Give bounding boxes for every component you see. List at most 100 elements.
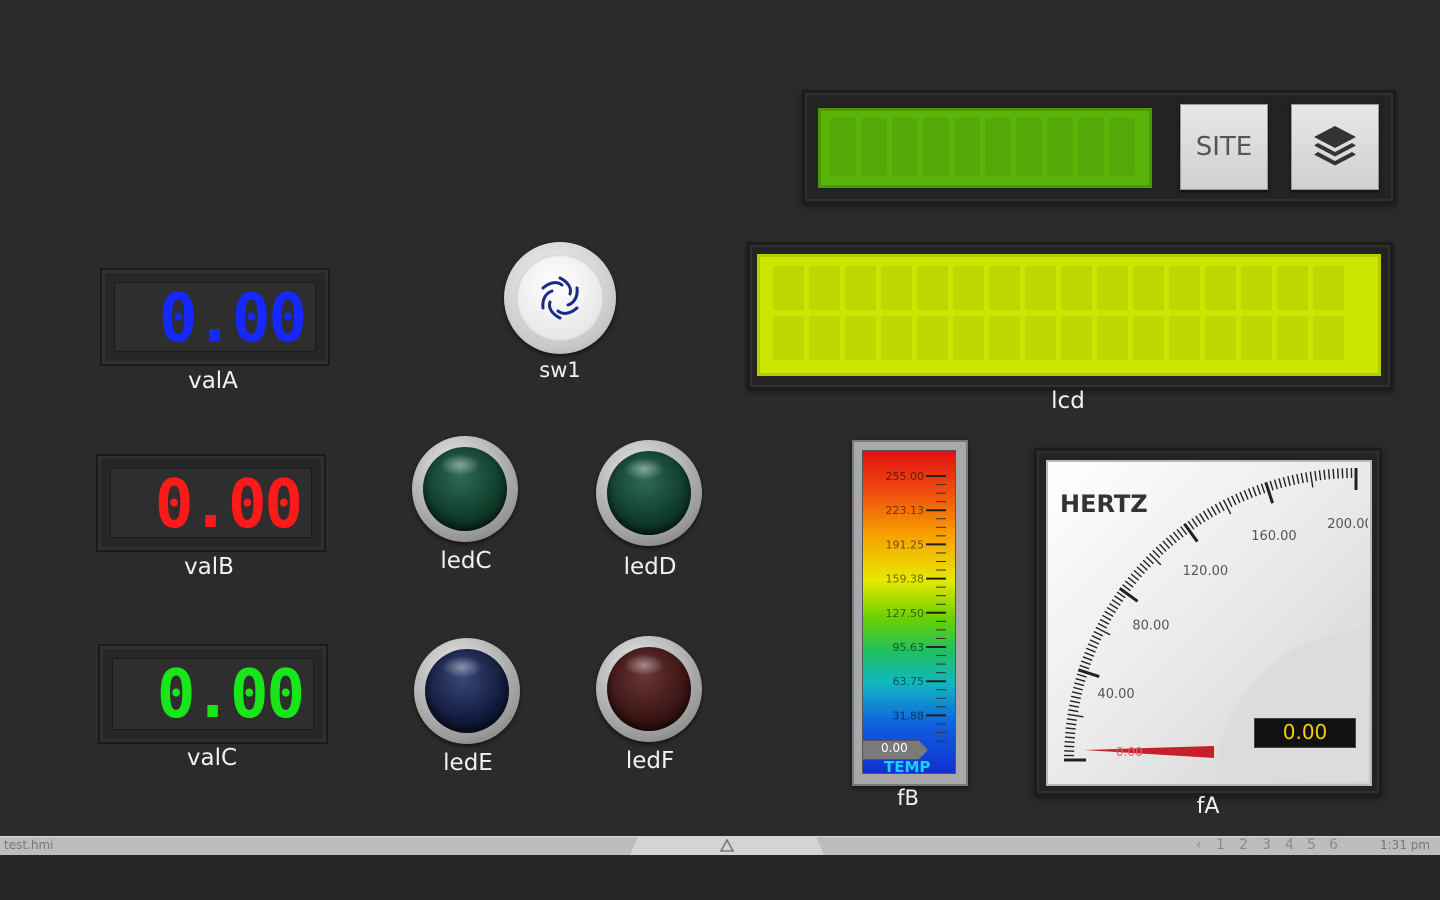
status-center-tab[interactable] (630, 837, 824, 855)
thermometer-tick-label: 63.75 (893, 675, 925, 688)
meter-minor-tick (1106, 606, 1116, 614)
meter-minor-tick (1243, 489, 1249, 500)
meter-hub (1216, 630, 1368, 782)
meter-minor-tick (1218, 501, 1225, 512)
meter-minor-tick (1066, 722, 1077, 726)
meter-minor-tick (1323, 469, 1326, 480)
meter-value-box: 0.00 (1254, 718, 1356, 748)
meter-major-tick (1118, 587, 1139, 603)
meter-minor-tick (1162, 540, 1171, 549)
meter-minor-tick (1099, 618, 1110, 625)
layers-button[interactable] (1291, 104, 1379, 190)
meter-title: HERTZ (1060, 490, 1148, 518)
meter-minor-tick (1291, 474, 1296, 485)
thermometer-tick-label: 255.00 (886, 470, 925, 483)
meter-minor-tick (1226, 497, 1233, 508)
meter-minor-tick (1252, 486, 1257, 497)
meter-scale-label: 200.00 (1327, 517, 1368, 532)
meter-minor-tick (1336, 468, 1339, 479)
meter-minor-tick (1089, 639, 1100, 645)
meter-minor-tick (1104, 610, 1114, 618)
meter-minor-tick (1256, 485, 1262, 495)
meter-minor-tick (1068, 709, 1079, 713)
meter-minor-tick (1152, 549, 1161, 558)
thermometer-value: 0.00 (881, 741, 908, 755)
status-page-6[interactable]: 6 (1329, 837, 1338, 853)
thermometer-tick-label: 191.25 (886, 538, 925, 551)
meter-minor-tick (1093, 630, 1104, 637)
meter-minor-tick (1314, 470, 1317, 481)
status-page-1[interactable]: 1 (1216, 837, 1225, 853)
meter-minor-tick (1085, 647, 1096, 653)
small-lcd (818, 108, 1152, 188)
meter-minor-tick (1191, 518, 1199, 528)
ledD (596, 440, 702, 546)
site-button[interactable]: SITE (1180, 104, 1268, 190)
thermometer-tick-label: 95.63 (893, 641, 925, 654)
meter-minor-tick (1069, 700, 1081, 704)
meter-minor-tick (1206, 508, 1214, 518)
thermometer-tick-label: 127.50 (886, 607, 925, 620)
meter-value: 0.00 (1282, 720, 1328, 744)
sw1-switch[interactable] (504, 242, 616, 354)
fA-label: fA (1196, 794, 1220, 819)
meter-minor-tick (1176, 528, 1184, 538)
meter-minor-tick (1172, 531, 1181, 541)
meter-minor-tick (1097, 622, 1108, 629)
meter-minor-tick (1158, 543, 1167, 552)
thermometer-tick-label: 31.88 (893, 709, 925, 722)
meter-minor-tick (1269, 480, 1274, 491)
meter-hidden-zero: 0.00 (1116, 745, 1143, 759)
meter-minor-tick (1278, 478, 1283, 489)
meter-minor-tick (1130, 573, 1140, 581)
meter-minor-tick (1247, 488, 1253, 499)
meter-minor-tick (1282, 476, 1287, 488)
status-page-2[interactable]: 2 (1239, 837, 1248, 853)
ledE (414, 638, 520, 744)
ledF (596, 636, 702, 742)
meter-minor-tick (1127, 576, 1137, 585)
meter-minor-tick (1075, 677, 1086, 682)
meter-minor-tick (1239, 491, 1245, 502)
meter-minor-tick (1124, 580, 1134, 588)
status-page-4[interactable]: 4 (1285, 837, 1294, 853)
valB-value: 0.00 (154, 466, 303, 544)
meter-minor-tick (1210, 506, 1217, 516)
thermometer-value-box: 0.00 (862, 740, 928, 760)
meter-minor-tick (1149, 553, 1162, 566)
valC-value: 0.00 (156, 656, 305, 734)
meter-minor-tick (1084, 651, 1095, 657)
ledE-label: ledE (443, 750, 493, 776)
small-lcd-cells (830, 118, 1135, 176)
status-filename: test.hmi (4, 838, 54, 852)
status-time: 1:31 pm (1380, 838, 1431, 852)
status-prev[interactable]: ‹ (1196, 837, 1202, 853)
meter-minor-tick (1082, 656, 1093, 661)
meter-minor-tick (1332, 468, 1335, 479)
meter-minor-tick (1169, 534, 1177, 544)
meter-minor-tick (1145, 556, 1154, 565)
meter-minor-tick (1081, 660, 1091, 666)
meter-minor-tick (1305, 472, 1309, 483)
meter-minor-tick (1076, 673, 1087, 678)
meter-minor-tick (1198, 513, 1206, 523)
thermometer-title: TEMP (884, 758, 931, 776)
status-page-3[interactable]: 3 (1262, 837, 1271, 853)
meter-major-tick (1183, 522, 1199, 543)
meter-minor-tick (1065, 731, 1076, 735)
valB-readout: 0.00 (96, 454, 326, 552)
meter-needle (1084, 746, 1214, 758)
status-page-5[interactable]: 5 (1307, 837, 1316, 853)
meter-minor-tick (1067, 713, 1084, 718)
meter-minor-tick (1155, 546, 1164, 555)
meter-minor-tick (1074, 682, 1085, 687)
fB-label: fB (897, 786, 919, 810)
valA-readout: 0.00 (100, 268, 330, 366)
meter-minor-tick (1136, 566, 1145, 575)
meter-minor-tick (1139, 562, 1148, 571)
meter-minor-tick (1111, 599, 1121, 606)
meter-minor-tick (1079, 664, 1090, 670)
meter-minor-tick (1066, 718, 1077, 721)
meter-minor-tick (1300, 473, 1304, 484)
meter-minor-tick (1231, 495, 1237, 506)
